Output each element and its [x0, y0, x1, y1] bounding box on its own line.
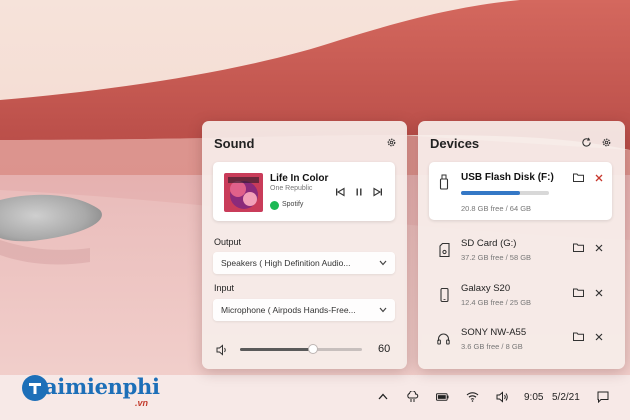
- track-title: Life In Color: [270, 173, 329, 184]
- sound-settings-gear-icon[interactable]: [385, 136, 398, 149]
- wifi-icon[interactable]: [466, 390, 479, 403]
- next-track-button[interactable]: [372, 186, 384, 198]
- input-label: Input: [214, 283, 235, 293]
- volume-slider-fill: [240, 348, 314, 351]
- open-folder-icon[interactable]: [573, 242, 584, 253]
- sound-panel: Sound Life In Color One Republic Spotify…: [202, 121, 407, 369]
- output-label: Output: [214, 237, 242, 247]
- input-device-value: Microphone ( Airpods Hands-Free...: [221, 305, 356, 315]
- device-item-galaxy-s20[interactable]: Galaxy S20 12.4 GB free / 25 GB: [429, 278, 612, 318]
- track-artist: One Republic: [270, 185, 313, 192]
- pause-button[interactable]: [353, 186, 365, 198]
- eject-close-icon[interactable]: [593, 331, 604, 342]
- device-free-space: 20.8 GB free / 64 GB: [461, 204, 532, 213]
- open-folder-icon[interactable]: [573, 331, 584, 342]
- cloud-icon[interactable]: [406, 390, 419, 403]
- speaker-icon[interactable]: [496, 390, 509, 403]
- volume-slider[interactable]: [240, 344, 362, 354]
- spotify-icon: [270, 201, 279, 210]
- eject-close-icon[interactable]: [593, 287, 604, 298]
- sd-card-icon: [437, 242, 451, 258]
- storage-usage-bar: [461, 191, 549, 195]
- eject-close-icon[interactable]: [593, 242, 604, 253]
- device-free-space: 3.6 GB free / 8 GB: [461, 342, 523, 351]
- devices-panel: Devices USB Flash Disk (F:) 20.8 GB free…: [418, 121, 625, 369]
- device-item-usb-flash-disk[interactable]: USB Flash Disk (F:) 20.8 GB free / 64 GB: [429, 162, 612, 220]
- chevron-up-icon[interactable]: [376, 390, 389, 403]
- output-device-value: Speakers ( High Definition Audio...: [221, 258, 351, 268]
- volume-slider-thumb[interactable]: [308, 344, 319, 354]
- device-name: SD Card (G:): [461, 238, 517, 249]
- device-free-space: 37.2 GB free / 58 GB: [461, 253, 532, 262]
- watermark-logo-domain: .vn: [135, 398, 149, 408]
- device-item-sd-card[interactable]: SD Card (G:) 37.2 GB free / 58 GB: [429, 233, 612, 273]
- watermark-logo-text: aimienphi: [44, 374, 160, 399]
- device-name: Galaxy S20: [461, 283, 511, 294]
- input-device-select[interactable]: Microphone ( Airpods Hands-Free...: [213, 299, 395, 321]
- open-folder-icon[interactable]: [573, 287, 584, 298]
- output-device-select[interactable]: Speakers ( High Definition Audio...: [213, 252, 395, 274]
- usb-drive-icon: [437, 174, 451, 190]
- media-service-name: Spotify: [282, 201, 304, 208]
- headphones-icon: [436, 331, 450, 347]
- device-name: USB Flash Disk (F:): [461, 172, 554, 183]
- device-item-sony-nw-a55[interactable]: SONY NW-A55 3.6 GB free / 8 GB: [429, 322, 612, 362]
- chevron-down-icon: [379, 306, 387, 314]
- sound-panel-title: Sound: [214, 136, 255, 151]
- refresh-icon[interactable]: [580, 136, 593, 149]
- notification-center-icon[interactable]: [596, 390, 609, 403]
- device-free-space: 12.4 GB free / 25 GB: [461, 298, 532, 307]
- eject-close-icon[interactable]: [593, 172, 604, 183]
- media-player-card[interactable]: Life In Color One Republic Spotify: [213, 162, 395, 221]
- battery-icon[interactable]: [436, 390, 449, 403]
- taskbar-time[interactable]: 9:05: [524, 392, 543, 403]
- device-name: SONY NW-A55: [461, 327, 527, 338]
- album-art: [224, 173, 263, 212]
- volume-value: 60: [378, 343, 391, 355]
- devices-settings-gear-icon[interactable]: [600, 136, 613, 149]
- speaker-volume-icon[interactable]: [216, 343, 229, 356]
- chevron-down-icon: [379, 259, 387, 267]
- previous-track-button[interactable]: [334, 186, 346, 198]
- storage-usage-fill: [461, 191, 521, 195]
- devices-panel-title: Devices: [430, 136, 480, 151]
- open-folder-icon[interactable]: [573, 172, 584, 183]
- taskbar-date[interactable]: 5/2/21: [552, 392, 580, 403]
- phone-icon: [437, 287, 451, 303]
